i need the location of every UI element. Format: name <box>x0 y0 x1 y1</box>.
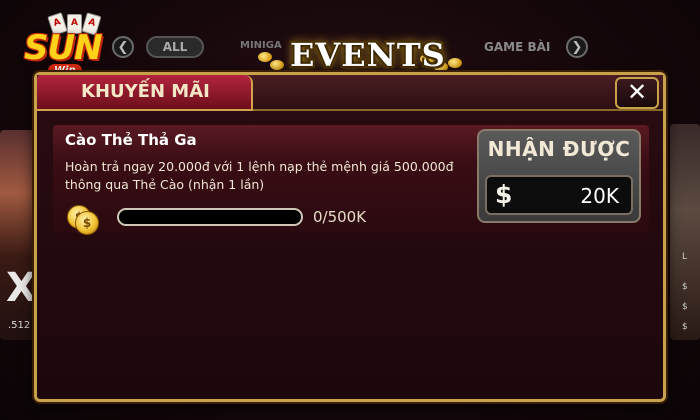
category-gamebai-button[interactable]: GAME BÀI <box>484 40 550 54</box>
game-thumbnail-right[interactable]: L $ $ $ <box>670 124 700 340</box>
tab-khuyen-mai[interactable]: KHUYẾN MÃI <box>37 75 253 111</box>
chevron-left-icon[interactable]: ❮ <box>112 36 134 58</box>
close-icon: ✕ <box>626 78 648 106</box>
progress-row: $ $ 0/500K <box>67 203 397 235</box>
coin-icon: $ <box>75 211 99 235</box>
reward-value-box: $ 20K <box>485 175 633 215</box>
game-thumbnail-mark: $ <box>682 282 688 292</box>
logo-brand-text: SUN <box>24 28 103 68</box>
category-minigame-button[interactable]: MINIGA <box>240 40 282 51</box>
close-button[interactable]: ✕ <box>615 77 659 109</box>
reward-box: NHẬN ĐƯỢC $ 20K <box>477 129 641 223</box>
reward-label: NHẬN ĐƯỢC <box>487 137 631 161</box>
event-title: Cào Thẻ Thả Ga <box>65 131 197 149</box>
events-title: EVENTS <box>290 36 446 74</box>
coins-icon: $ $ <box>67 203 99 235</box>
game-thumbnail-jackpot: .512 <box>8 320 31 331</box>
promotion-dialog: KHUYẾN MÃI ✕ Cào Thẻ Thả Ga Hoàn trả nga… <box>34 72 666 402</box>
game-thumbnail-mark: $ <box>682 322 688 332</box>
progress-bar <box>117 208 303 226</box>
game-thumbnail-mark: $ <box>682 302 688 312</box>
event-description: Hoàn trả ngay 20.000đ với 1 lệnh nạp thẻ… <box>65 158 465 194</box>
reward-value: 20K <box>580 184 619 208</box>
event-card: Cào Thẻ Thả Ga Hoàn trả ngay 20.000đ với… <box>53 125 649 235</box>
coin-decoration-icon <box>258 52 272 62</box>
category-all-button[interactable]: ALL <box>146 36 204 58</box>
chevron-right-icon[interactable]: ❯ <box>566 36 588 58</box>
tab-khuyen-mai-label: KHUYẾN MÃI <box>81 81 210 102</box>
game-thumbnail-left[interactable]: X .512 <box>0 130 37 340</box>
game-thumbnail-mark: L <box>682 252 688 262</box>
coin-decoration-icon <box>448 58 462 68</box>
event-description-line: Hoàn trả ngay 20.000đ với 1 lệnh nạp thẻ… <box>65 159 454 174</box>
coin-decoration-icon <box>270 60 284 70</box>
game-thumbnail-mark: X <box>6 265 37 311</box>
sunwin-logo: A A A SUN Win <box>22 12 114 77</box>
event-description-line: thông qua Thẻ Cào (nhận 1 lần) <box>65 177 265 192</box>
progress-text: 0/500K <box>313 208 367 226</box>
